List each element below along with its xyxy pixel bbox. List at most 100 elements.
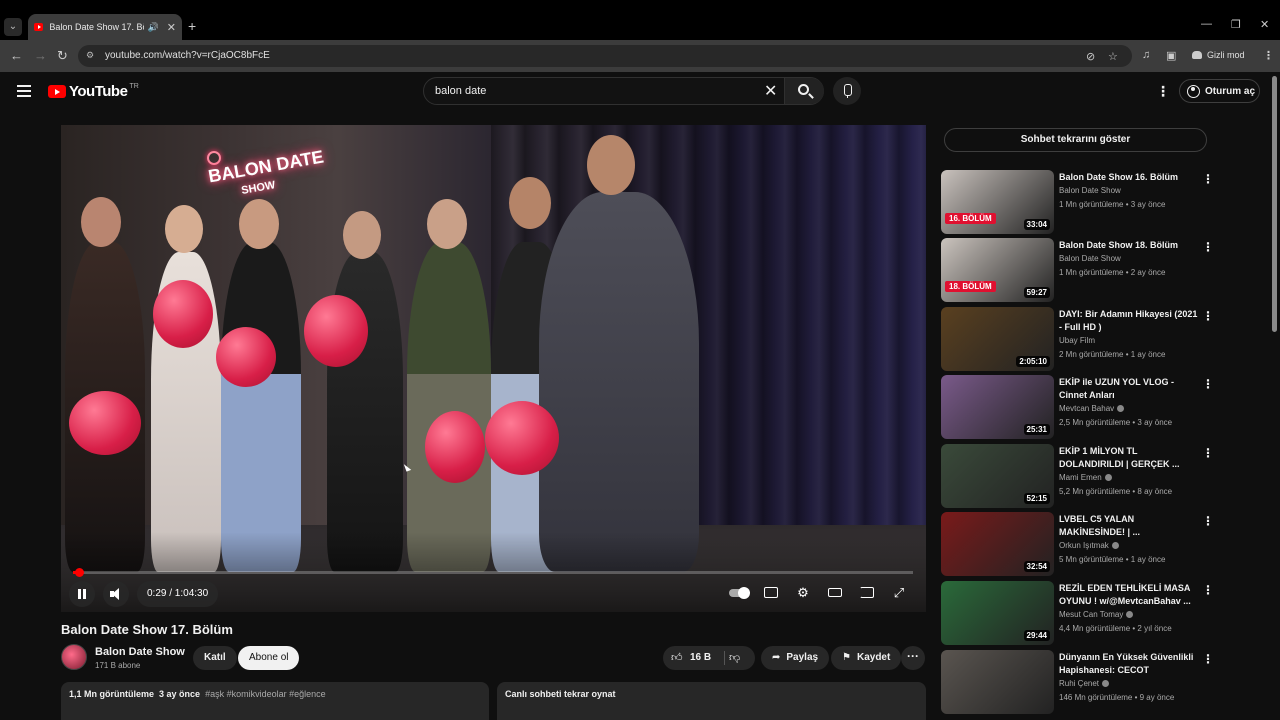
page-scrollbar[interactable]: [1272, 76, 1277, 332]
search-input[interactable]: balon date: [435, 85, 486, 97]
video-duration: 25:31: [1023, 424, 1050, 435]
channel-label: Mami Emen: [1059, 473, 1102, 482]
volume-button[interactable]: [103, 581, 129, 607]
incognito-icon: [1192, 51, 1202, 59]
show-chat-replay-button[interactable]: Sohbet tekrarını göster: [944, 128, 1207, 152]
recommendation-menu-icon[interactable]: ⋮: [1202, 377, 1214, 391]
recommendation-title[interactable]: EKİP ile UZUN YOL VLOG - Cinnet Anları: [1059, 376, 1199, 402]
autoplay-toggle[interactable]: [723, 580, 755, 606]
save-button[interactable]: ⚑ Kaydet: [831, 646, 902, 670]
recommendation-item[interactable]: 16. BÖLÜM 33:04 Balon Date Show 16. Bölüm B…: [941, 170, 1214, 234]
recommendation-title[interactable]: Dünyanın En Yüksek Güvenlikli Hapishanes…: [1059, 651, 1199, 677]
tab-audio-icon[interactable]: 🔊: [148, 22, 159, 33]
subtitles-button[interactable]: [755, 580, 787, 606]
video-thumbnail[interactable]: 29:44: [941, 581, 1054, 645]
incognito-indicator[interactable]: Gizli mod: [1192, 50, 1245, 60]
settings-button[interactable]: ⚙: [787, 580, 819, 606]
browser-tabstrip: ⌄ Balon Date Show 17. Bölüm 🔊 ✕ + — ❐ ✕: [0, 0, 1280, 40]
browser-tab[interactable]: Balon Date Show 17. Bölüm 🔊 ✕: [28, 14, 182, 40]
recommendation-menu-icon[interactable]: ⋮: [1202, 652, 1214, 666]
recommendation-menu-icon[interactable]: ⋮: [1202, 240, 1214, 254]
video-thumbnail[interactable]: 16. BÖLÜM 33:04: [941, 170, 1054, 234]
recommendation-item[interactable]: 32:54 LVBEL C5 YALAN MAKİNESİNDE! | ... Or…: [941, 512, 1214, 576]
new-tab-button[interactable]: +: [188, 18, 196, 34]
hashtags[interactable]: #aşk #komikvideolar #eğlence: [205, 689, 326, 699]
recommendation-menu-icon[interactable]: ⋮: [1202, 446, 1214, 460]
maximize-icon[interactable]: ❐: [1231, 18, 1241, 31]
menu-icon[interactable]: [17, 85, 31, 97]
recommendation-menu-icon[interactable]: ⋮: [1202, 309, 1214, 323]
recommendation-item[interactable]: 2:05:10 DAYI: Bir Adamın Hikayesi (2021 -…: [941, 307, 1214, 371]
clear-search-icon[interactable]: ✕: [764, 81, 777, 101]
forward-icon[interactable]: →: [34, 48, 47, 63]
share-label: Paylaş: [786, 652, 819, 663]
search-box[interactable]: balon date ✕: [423, 77, 824, 105]
video-player[interactable]: BALON DATE SHOW 0:29 / 1:04:30 ⚙ ⤢: [61, 125, 926, 612]
recommendation-item[interactable]: 52:15 EKİP 1 MİLYON TL DOLANDIRILDI | GER…: [941, 444, 1214, 508]
video-thumbnail[interactable]: 18. BÖLÜM 59:27: [941, 238, 1054, 302]
reload-icon[interactable]: ↻: [57, 48, 68, 64]
site-info-icon[interactable]: ⚙: [86, 50, 98, 62]
video-thumbnail[interactable]: 32:54: [941, 512, 1054, 576]
theater-mode-button[interactable]: [819, 580, 851, 606]
recommendation-menu-icon[interactable]: ⋮: [1202, 514, 1214, 528]
recommendation-title[interactable]: REZİL EDEN TEHLİKELİ MASA OYUNU ! w/@Mev…: [1059, 582, 1199, 608]
channel-name[interactable]: Balon Date Show: [95, 646, 185, 658]
address-bar[interactable]: ⚙ youtube.com/watch?v=rCjaOC8bFcE ⊘ ☆: [78, 45, 1132, 67]
signin-button[interactable]: Oturum aç: [1179, 79, 1260, 103]
logo-text: YouTube: [69, 83, 128, 100]
channel-avatar[interactable]: [61, 644, 87, 670]
video-thumbnail[interactable]: [941, 650, 1054, 714]
recommendation-item[interactable]: 25:31 EKİP ile UZUN YOL VLOG - Cinnet Anl…: [941, 375, 1214, 439]
cast-button[interactable]: [851, 580, 883, 606]
recommendation-title[interactable]: Balon Date Show 16. Bölüm: [1059, 171, 1199, 184]
search-button[interactable]: [784, 78, 824, 104]
recommendation-channel[interactable]: Orkun Işıtmak: [1059, 541, 1119, 550]
youtube-logo[interactable]: YouTube TR: [48, 83, 139, 100]
recommendation-item[interactable]: 18. BÖLÜM 59:27 Balon Date Show 18. Bölüm B…: [941, 238, 1214, 302]
recommendation-channel[interactable]: Balon Date Show: [1059, 186, 1121, 195]
share-button[interactable]: ➦ Paylaş: [761, 646, 830, 670]
progress-bar[interactable]: [73, 568, 913, 577]
voice-search-icon[interactable]: [833, 77, 861, 105]
view-count: 1,1 Mn görüntüleme: [69, 689, 155, 699]
join-button[interactable]: Katıl: [193, 646, 237, 670]
recommendation-item[interactable]: Dünyanın En Yüksek Güvenlikli Hapishanes…: [941, 650, 1214, 714]
side-panel-icon[interactable]: ▣: [1166, 49, 1176, 62]
recommendation-channel[interactable]: Mevtcan Bahav: [1059, 404, 1125, 413]
tab-search-icon[interactable]: ⌄: [4, 18, 22, 36]
description-box[interactable]: 1,1 Mn görüntüleme 3 ay önce #aşk #komik…: [61, 682, 489, 720]
dislike-icon[interactable]: 👎︎: [729, 651, 740, 664]
recommendation-item[interactable]: 29:44 REZİL EDEN TEHLİKELİ MASA OYUNU ! w…: [941, 581, 1214, 645]
recommendation-title[interactable]: EKİP 1 MİLYON TL DOLANDIRILDI | GERÇEK .…: [1059, 445, 1199, 471]
recommendation-menu-icon[interactable]: ⋮: [1202, 583, 1214, 597]
like-count[interactable]: 16 B: [690, 652, 711, 663]
browser-menu-icon[interactable]: ⋮: [1263, 49, 1274, 62]
eye-off-icon[interactable]: ⊘: [1086, 50, 1095, 63]
minimize-icon[interactable]: —: [1201, 18, 1212, 30]
settings-kebab-icon[interactable]: ⋮: [1156, 83, 1170, 100]
recommendation-channel[interactable]: Ubay Film: [1059, 336, 1095, 345]
like-icon[interactable]: 👍︎: [671, 651, 683, 664]
back-icon[interactable]: ←: [10, 48, 23, 63]
window-close-icon[interactable]: ✕: [1260, 18, 1269, 31]
recommendation-menu-icon[interactable]: ⋮: [1202, 172, 1214, 186]
recommendation-title[interactable]: Balon Date Show 18. Bölüm: [1059, 239, 1199, 252]
video-thumbnail[interactable]: 25:31: [941, 375, 1054, 439]
recommendation-channel[interactable]: Mesut Can Tomay: [1059, 610, 1134, 619]
bookmark-star-icon[interactable]: ☆: [1108, 50, 1118, 63]
video-thumbnail[interactable]: 2:05:10: [941, 307, 1054, 371]
recommendation-title[interactable]: DAYI: Bir Adamın Hikayesi (2021 - Full H…: [1059, 308, 1199, 334]
media-control-icon[interactable]: ♫: [1142, 49, 1150, 61]
subscribe-button[interactable]: Abone ol: [238, 646, 300, 670]
video-thumbnail[interactable]: 52:15: [941, 444, 1054, 508]
more-actions-icon[interactable]: ···: [901, 646, 925, 670]
live-chat-replay-box[interactable]: Canlı sohbeti tekrar oynat: [497, 682, 926, 720]
recommendation-channel[interactable]: Ruhi Çenet: [1059, 679, 1110, 688]
pause-button[interactable]: [69, 581, 95, 607]
tab-close-icon[interactable]: ✕: [167, 21, 176, 34]
recommendation-channel[interactable]: Mami Emen: [1059, 473, 1112, 482]
recommendation-title[interactable]: LVBEL C5 YALAN MAKİNESİNDE! | ...: [1059, 513, 1199, 539]
fullscreen-button[interactable]: ⤢: [883, 580, 915, 606]
recommendation-channel[interactable]: Balon Date Show: [1059, 254, 1121, 263]
